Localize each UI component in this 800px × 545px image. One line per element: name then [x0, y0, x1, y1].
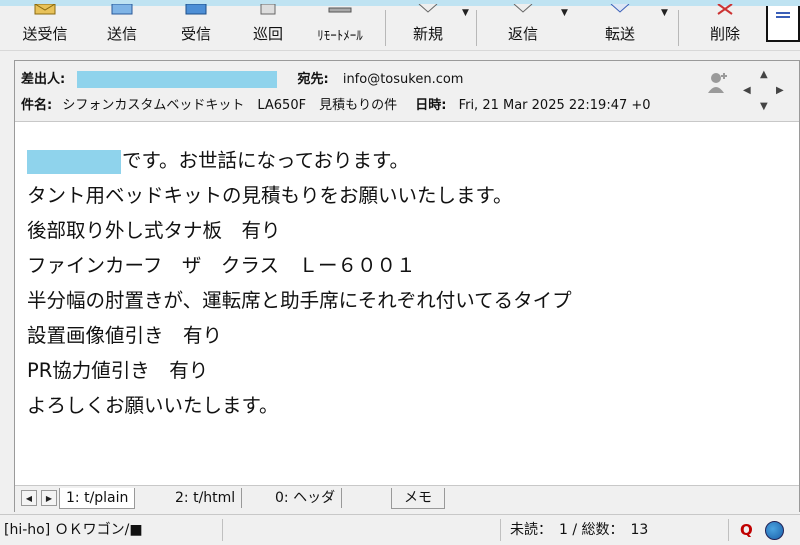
account-status: [hi-ho] ＯＫワゴン/■ — [4, 522, 143, 538]
globe-icon[interactable] — [765, 521, 784, 540]
navigation-pad[interactable]: ▲ ▼ ◀ ▶ — [743, 69, 785, 113]
patrol-icon — [255, 3, 281, 17]
subject-label: 件名: — [21, 98, 53, 113]
body-line: タント用ベッドキットの見積もりをお願いいたします。 — [27, 184, 513, 207]
subject-row: 件名: シフォンカスタムベッドキット LA650F 見積もりの件 日時: Fri… — [21, 94, 651, 113]
arrow-right-icon[interactable]: ▶ — [776, 85, 784, 96]
message-header: 差出人: 宛先: info@tosuken.com 件名: シフォンカスタムベッ… — [15, 61, 799, 122]
new-mail-icon — [415, 3, 441, 17]
sender-name-redacted — [27, 149, 121, 174]
toolbar-separator — [385, 10, 386, 46]
tab-scroll-right-icon[interactable]: ▶ — [41, 490, 57, 506]
to-value: info@tosuken.com — [342, 72, 464, 87]
status-divider — [222, 519, 223, 541]
new-mail-dropdown-icon[interactable]: ▼ — [462, 8, 469, 18]
subject-value: シフォンカスタムベッドキット LA650F 見積もりの件 — [62, 98, 398, 113]
tab-text-plain[interactable]: 1: t/plain — [59, 488, 136, 509]
tab-memo[interactable]: メモ — [391, 488, 445, 509]
arrow-up-icon[interactable]: ▲ — [760, 69, 768, 80]
status-divider — [500, 519, 501, 541]
reply-button[interactable]: 返信 — [490, 3, 556, 50]
tab-text-html[interactable]: 2: t/html — [169, 488, 243, 508]
forward-button[interactable]: 転送 — [588, 3, 652, 50]
forward-icon — [607, 3, 633, 17]
reply-icon — [510, 3, 536, 17]
message-body: です。お世話になっております。 タント用ベッドキットの見積もりをお願いいたします… — [27, 143, 572, 423]
body-line: ファインカーフ ザ クラス Ｌー６００１ — [27, 254, 416, 277]
reply-dropdown-icon[interactable]: ▼ — [561, 8, 568, 18]
toolbar: 送受信 送信 受信 巡回 ﾘﾓｰﾄﾒｰﾙ 新規 ▼ 返信 ▼ 転送 ▼ 削除 — [0, 3, 800, 51]
toolbar-separator — [476, 10, 477, 46]
send-button[interactable]: 送信 — [92, 3, 152, 50]
status-bar: [hi-ho] ＯＫワゴン/■ 未読： 1 / 総数： 13 Q — [0, 514, 800, 545]
body-line: PR協力値引き 有り — [27, 359, 209, 382]
receive-button[interactable]: 受信 — [166, 3, 226, 50]
receive-icon — [183, 3, 209, 17]
from-redacted — [77, 71, 278, 88]
arrow-down-icon[interactable]: ▼ — [760, 101, 768, 112]
q-status-icon[interactable]: Q — [740, 522, 756, 538]
tab-header[interactable]: 0: ヘッダ — [269, 488, 343, 508]
delete-icon — [712, 3, 738, 17]
body-line: 設置画像値引き 有り — [27, 324, 223, 347]
new-mail-button[interactable]: 新規 — [396, 3, 460, 50]
tab-scroll-left-icon[interactable]: ◀ — [21, 490, 37, 506]
to-label: 宛先: — [297, 72, 329, 87]
remote-mail-button[interactable]: ﾘﾓｰﾄﾒｰﾙ — [302, 6, 378, 50]
view-tabs: ◀ ▶ 1: t/plain 2: t/html 0: ヘッダ メモ — [15, 485, 799, 512]
message-window: 差出人: 宛先: info@tosuken.com 件名: シフォンカスタムベッ… — [14, 60, 800, 512]
delete-button[interactable]: 削除 — [690, 3, 760, 50]
send-icon — [109, 3, 135, 17]
body-line: 後部取り外し式タナ板 有り — [27, 219, 281, 242]
body-line: よろしくお願いいたします。 — [27, 394, 279, 417]
send-receive-button[interactable]: 送受信 — [14, 3, 76, 50]
body-line: です。お世話になっております。 — [27, 143, 572, 178]
body-line: 半分幅の肘置きが、運転席と助手席にそれぞれ付いてるタイプ — [27, 289, 572, 312]
date-value: Fri, 21 Mar 2025 22:19:47 +0 — [458, 98, 651, 113]
forward-dropdown-icon[interactable]: ▼ — [661, 8, 668, 18]
list-view-icon[interactable] — [766, 6, 800, 42]
arrow-left-icon[interactable]: ◀ — [743, 85, 751, 96]
from-row: 差出人: 宛先: info@tosuken.com — [21, 68, 463, 88]
from-label: 差出人: — [21, 72, 66, 87]
toolbar-separator — [678, 10, 679, 46]
send-receive-icon — [32, 3, 58, 17]
add-person-icon[interactable] — [707, 71, 727, 95]
date-label: 日時: — [415, 98, 447, 113]
remote-mail-icon — [327, 3, 353, 17]
message-count: 未読： 1 / 総数： 13 — [510, 522, 649, 538]
patrol-button[interactable]: 巡回 — [236, 3, 300, 50]
status-divider — [728, 519, 729, 541]
